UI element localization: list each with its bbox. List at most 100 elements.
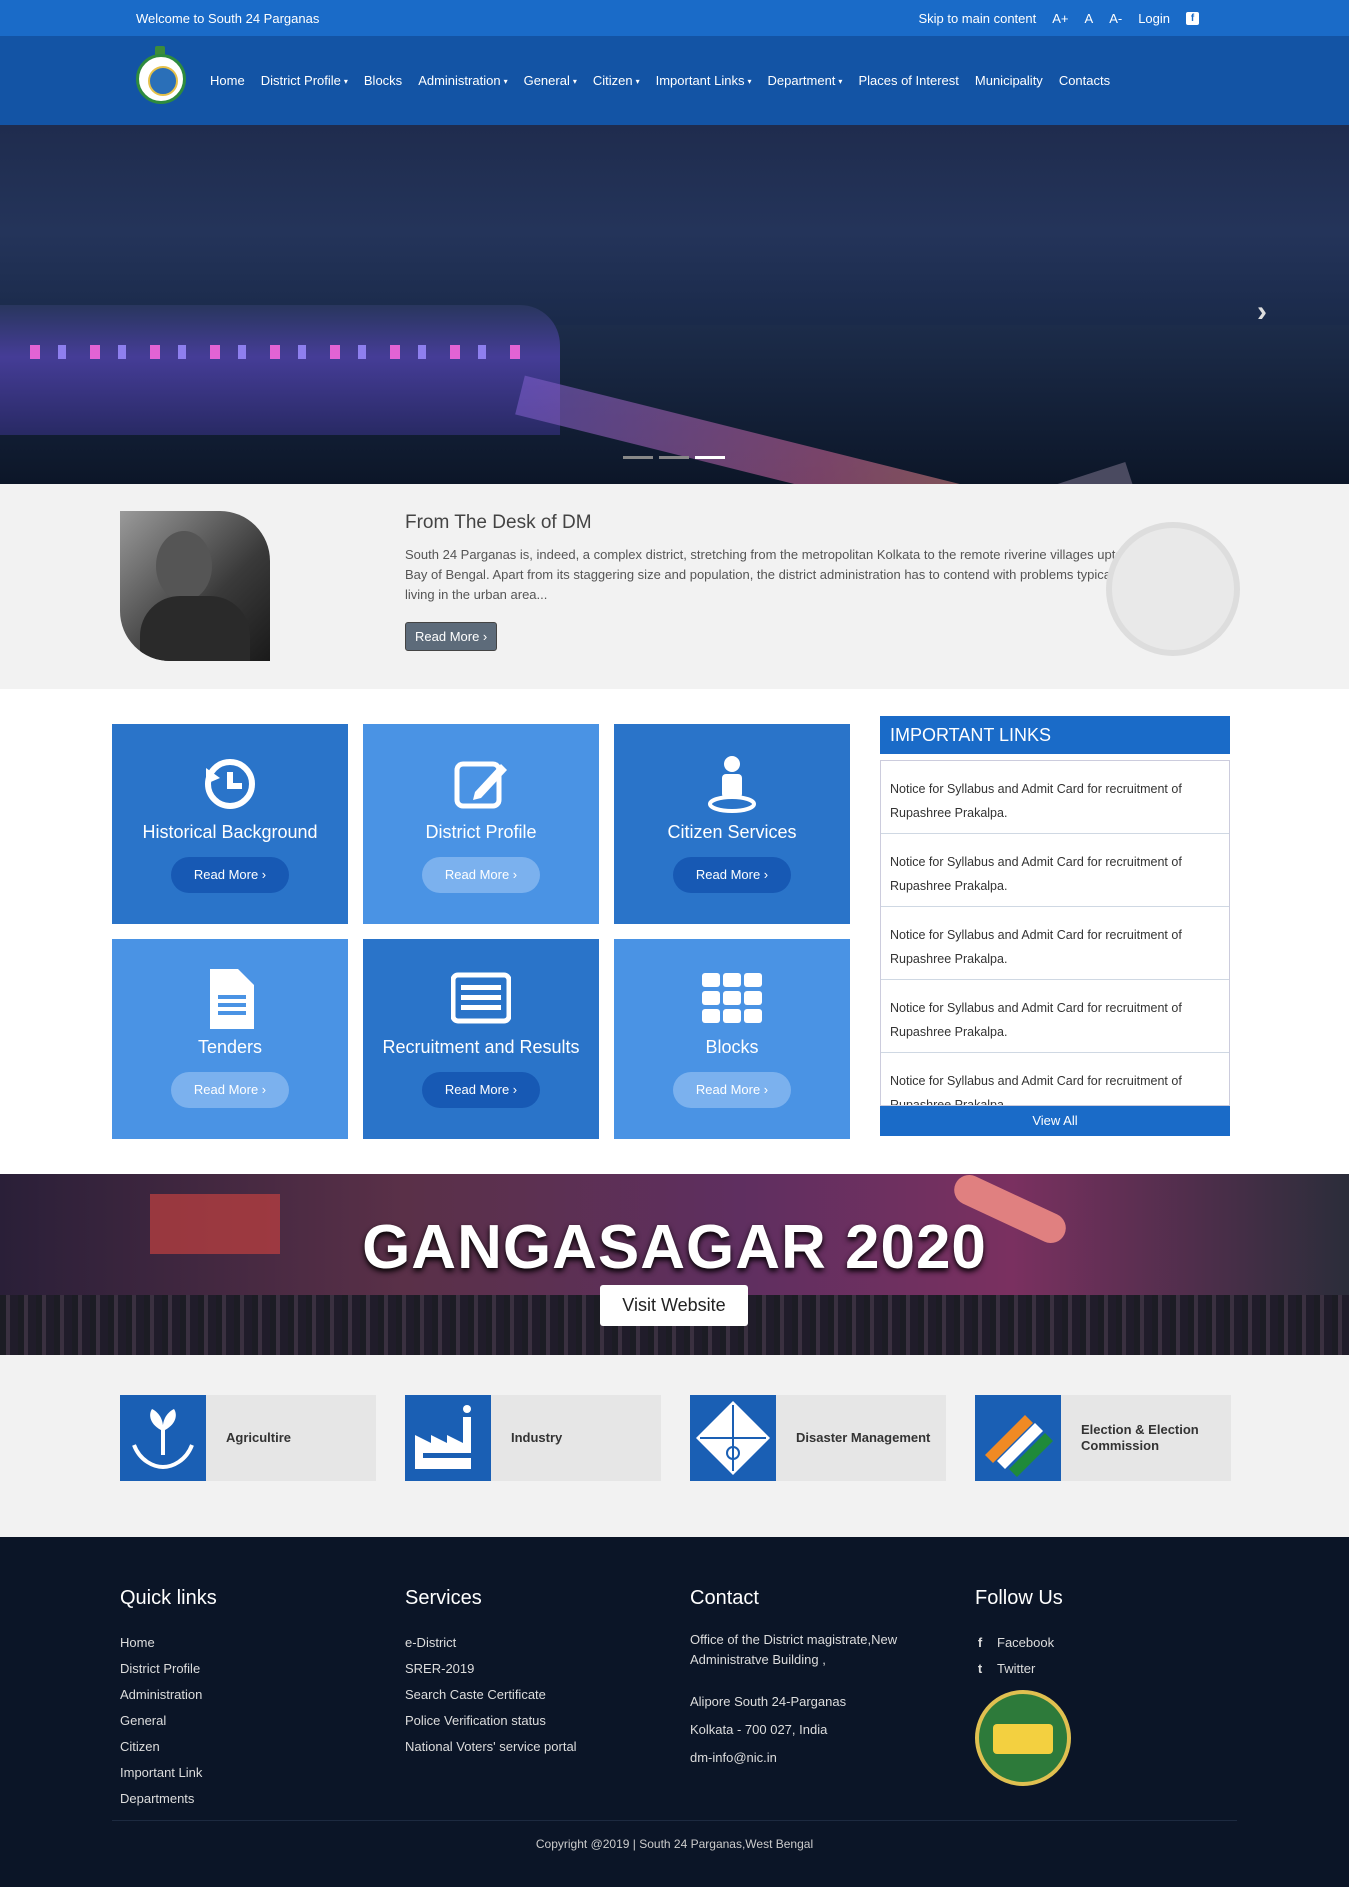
ballot-icon [975,1395,1061,1481]
login-link[interactable]: Login [1138,11,1170,26]
dept-agriculture[interactable]: Agricultire [120,1395,376,1481]
dept-industry[interactable]: Industry [405,1395,661,1481]
tile-read-more-button[interactable]: Read More › [171,857,289,893]
dept-label: Industry [511,1430,563,1445]
dept-label: Disaster Management [796,1430,931,1445]
footer-services: Services e-District SRER-2019 Search Cas… [405,1587,577,1760]
footer-link[interactable]: Citizen [120,1734,217,1760]
factory-icon [405,1395,491,1481]
tile-read-more-button[interactable]: Read More › [422,1072,540,1108]
main-navbar: Home District Profile ▾ Blocks Administra… [0,36,1349,125]
footer-link[interactable]: Police Verification status [405,1708,577,1734]
sera-sathi-badge[interactable] [975,1690,1071,1786]
font-decrease-button[interactable]: A- [1109,11,1122,26]
tile-citizen-services[interactable]: Citizen Services Read More › [614,724,850,924]
font-normal-button[interactable]: A [1085,11,1094,26]
dm-desk-title: From The Desk of DM [405,512,592,533]
banner-title: GANGASAGAR 2020 [362,1213,987,1282]
dept-label: Agricultire [226,1430,292,1445]
hero-slider: › [0,125,1349,484]
tile-district-profile[interactable]: District Profile Read More › [363,724,599,924]
gangasagar-banner: GANGASAGAR 2020 Visit Website [0,1174,1349,1355]
important-link-item[interactable]: Notice for Syllabus and Admit Card for r… [881,761,1229,834]
view-all-button[interactable]: View All [880,1106,1230,1136]
footer-heading: Quick links [120,1587,217,1609]
tile-title: Blocks [705,1037,759,1057]
dept-label: Election & Election Commission [1081,1422,1199,1453]
facebook-link[interactable]: f Facebook [975,1630,1071,1656]
caret-down-icon: ▾ [343,77,348,87]
facebook-icon[interactable]: f [1186,12,1199,25]
slider-indicators [623,456,725,459]
important-links-title: IMPORTANT LINKS [880,716,1230,754]
history-icon [205,759,255,809]
contact-address-line: Alipore South 24-Parganas [690,1694,847,1709]
district-logo[interactable] [136,54,186,104]
nav-item-citizen[interactable]: Citizen ▾ [593,73,640,88]
plant-hands-icon [120,1395,206,1481]
nav-item-important-links[interactable]: Important Links ▾ [656,73,752,88]
welcome-text: Welcome to South 24 Parganas [136,11,320,26]
skip-to-main-link[interactable]: Skip to main content [918,11,1036,26]
tile-historical-background[interactable]: Historical Background Read More › [112,724,348,924]
nav-item-general[interactable]: General ▾ [524,73,577,88]
dm-read-more-button[interactable]: Read More › [405,622,498,651]
twitter-link[interactable]: t Twitter [975,1656,1071,1682]
tile-blocks[interactable]: Blocks Read More › [614,939,850,1139]
important-link-item[interactable]: Notice for Syllabus and Admit Card for r… [881,980,1229,1053]
font-increase-button[interactable]: A+ [1052,11,1068,26]
footer-link[interactable]: Important Link [120,1760,217,1786]
slider-next-icon[interactable]: › [1257,295,1267,329]
tile-read-more-button[interactable]: Read More › [673,857,791,893]
footer-link[interactable]: Administration [120,1682,217,1708]
tile-title: District Profile [425,822,537,842]
footer-link[interactable]: Departments [120,1786,217,1812]
tile-read-more-button[interactable]: Read More › [673,1072,791,1108]
footer-link[interactable]: General [120,1708,217,1734]
footer-link[interactable]: District Profile [120,1656,217,1682]
footer-link[interactable]: Search Caste Certificate [405,1682,577,1708]
important-link-item[interactable]: Notice for Syllabus and Admit Card for r… [881,1053,1229,1105]
footer-heading: Contact [690,1587,759,1609]
footer-link[interactable]: Home [120,1630,217,1656]
caret-down-icon: ▾ [747,77,752,87]
tile-tenders[interactable]: Tenders Read More › [112,939,348,1139]
tile-recruitment-results[interactable]: Recruitment and Results Read More › [363,939,599,1139]
contact-email[interactable]: dm-info@nic.in [690,1748,920,1768]
nav-item-department[interactable]: Department ▾ [768,73,843,88]
nav-item-municipality[interactable]: Municipality [975,73,1043,88]
dm-desk-section: From The Desk of DM South 24 Parganas is… [0,484,1349,689]
footer-link[interactable]: SRER-2019 [405,1656,577,1682]
nav-item-blocks[interactable]: Blocks [364,73,402,88]
tile-read-more-button[interactable]: Read More › [422,857,540,893]
dm-photo-body [140,596,250,661]
slider-dot-active[interactable] [695,456,725,459]
important-link-item[interactable]: Notice for Syllabus and Admit Card for r… [881,834,1229,907]
hero-lights [30,345,530,359]
important-links-list[interactable]: Notice for Syllabus and Admit Card for r… [880,760,1230,1106]
nav-item-administration[interactable]: Administration ▾ [418,73,507,88]
slider-dot[interactable] [659,456,689,459]
slider-dot[interactable] [623,456,653,459]
contact-office: Office of the District magistrate,New Ad… [690,1632,898,1667]
document-icon [210,969,254,1029]
nav-item-district-profile[interactable]: District Profile ▾ [261,73,348,88]
caret-down-icon: ▾ [503,77,508,87]
visit-website-button[interactable]: Visit Website [600,1285,748,1326]
dm-photo [120,511,270,661]
footer-heading: Follow Us [975,1587,1063,1609]
footer-link[interactable]: e-District [405,1630,577,1656]
facebook-icon: f [977,1635,983,1650]
tile-title: Tenders [197,1037,263,1057]
tile-read-more-button[interactable]: Read More › [171,1072,289,1108]
edit-icon [454,761,507,809]
important-link-item[interactable]: Notice for Syllabus and Admit Card for r… [881,907,1229,980]
dept-election[interactable]: Election & Election Commission [975,1395,1231,1481]
nav-item-places-of-interest[interactable]: Places of Interest [858,73,958,88]
footer-link[interactable]: National Voters' service portal [405,1734,577,1760]
nav-item-contacts[interactable]: Contacts [1059,73,1110,88]
nav-item-home[interactable]: Home [210,73,245,88]
footer: Quick links Home District Profile Admini… [0,1537,1349,1887]
dept-disaster-management[interactable]: Disaster Management [690,1395,946,1481]
footer-follow-us: Follow Us f Facebook t Twitter [975,1587,1071,1786]
